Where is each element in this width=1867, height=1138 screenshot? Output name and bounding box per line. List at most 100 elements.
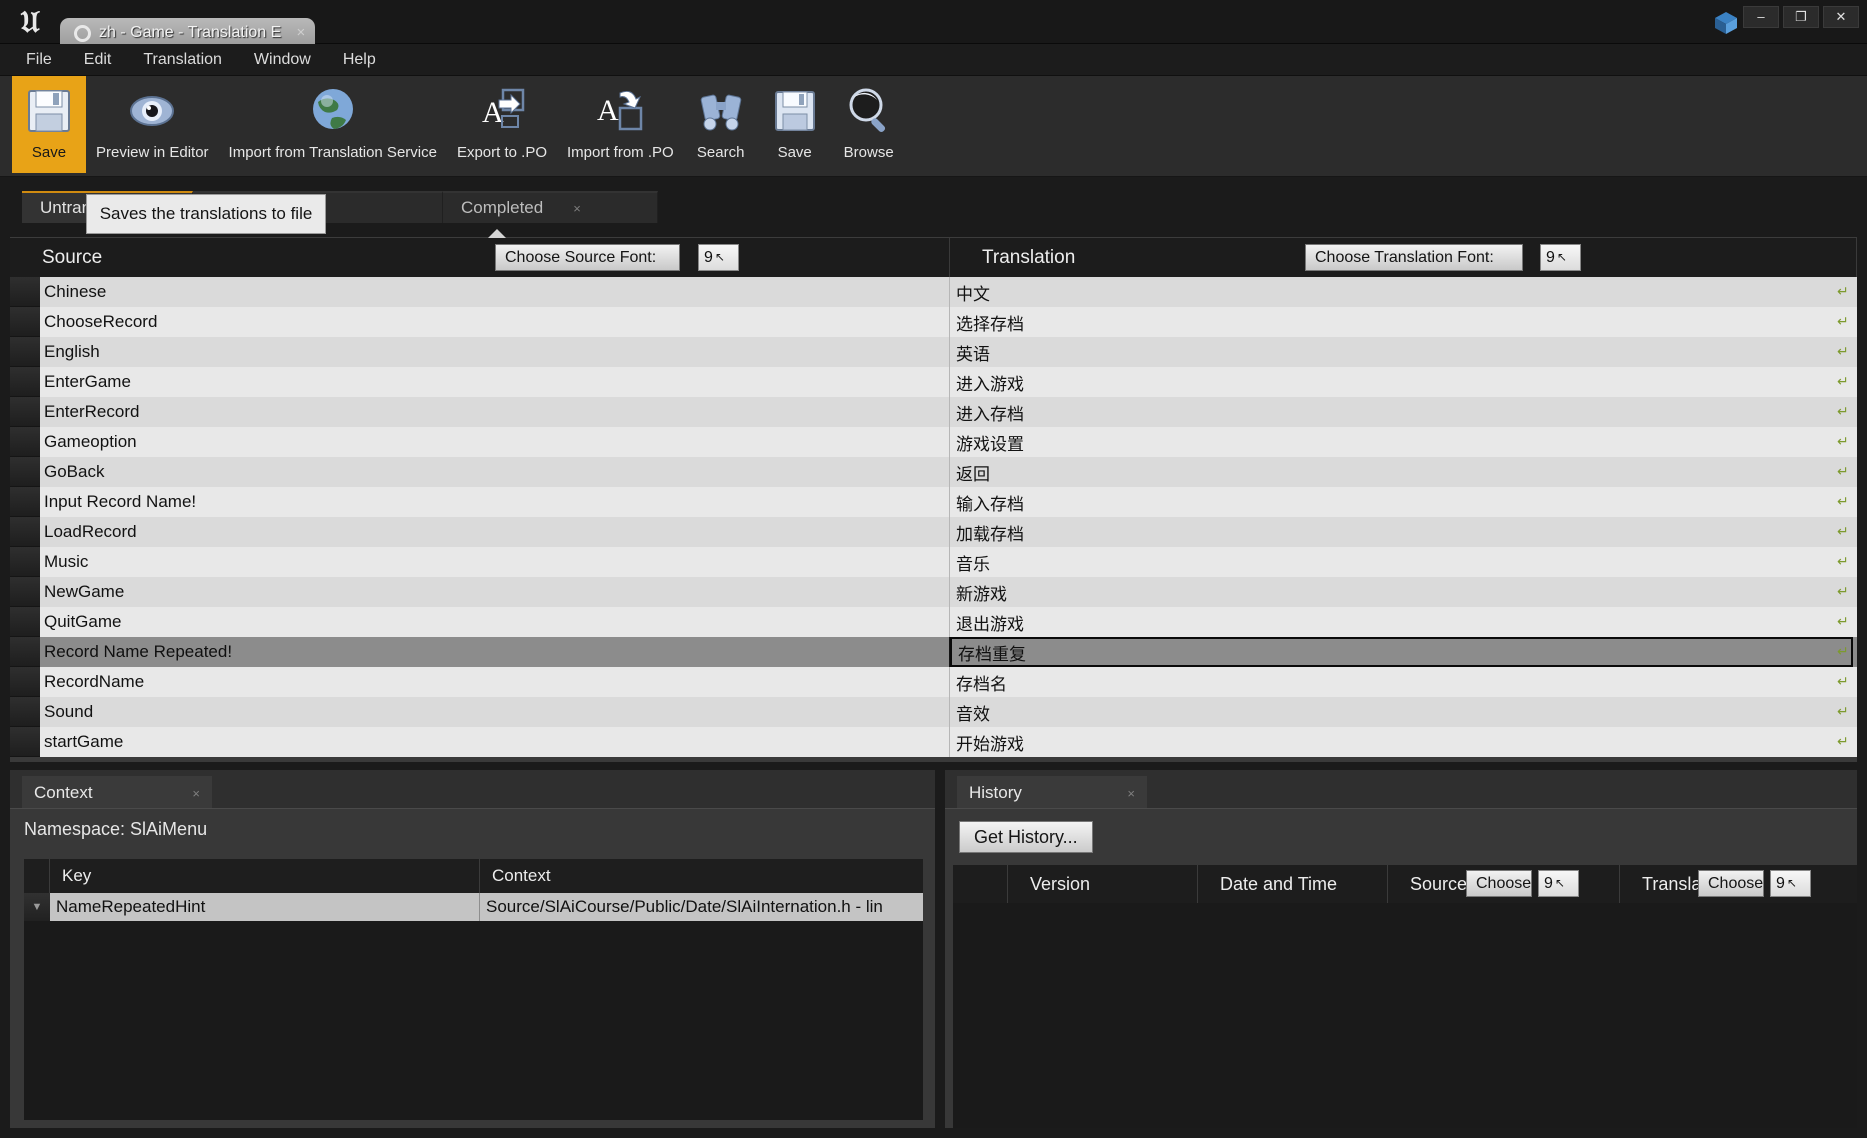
table-row[interactable]: Sound 音效 ↵ — [10, 697, 1857, 727]
revert-icon[interactable]: ↵ — [1837, 734, 1851, 748]
translation-edit-input[interactable]: 存档重复 — [950, 637, 1853, 667]
row-source-cell[interactable]: LoadRecord — [40, 517, 950, 547]
row-source-cell[interactable]: Music — [40, 547, 950, 577]
row-translation-cell[interactable]: 新游戏 ↵ — [950, 577, 1857, 607]
close-icon[interactable]: × — [297, 25, 306, 40]
close-icon[interactable]: × — [192, 786, 200, 801]
choose-translation-font-button[interactable]: Choose Translation Font: — [1305, 244, 1523, 271]
row-translation-cell[interactable]: 进入游戏 ↵ — [950, 367, 1857, 397]
menu-item-edit[interactable]: Edit — [72, 48, 124, 72]
context-key-cell[interactable]: NameRepeatedHint — [50, 893, 480, 921]
table-row[interactable]: LoadRecord 加载存档 ↵ — [10, 517, 1857, 547]
row-source-cell[interactable]: EnterGame — [40, 367, 950, 397]
row-source-cell[interactable]: Record Name Repeated! — [40, 637, 950, 667]
source-column-header[interactable]: Source Choose Source Font: 9 ↖ — [10, 238, 950, 278]
table-row[interactable]: Music 音乐 ↵ — [10, 547, 1857, 577]
context-context-header[interactable]: Context — [480, 859, 923, 893]
revert-icon[interactable]: ↵ — [1837, 314, 1851, 328]
row-translation-cell[interactable]: 音乐 ↵ — [950, 547, 1857, 577]
context-table-row[interactable]: ▼ NameRepeatedHint Source/SlAiCourse/Pub… — [24, 893, 923, 921]
table-row[interactable]: GoBack 返回 ↵ — [10, 457, 1857, 487]
row-translation-cell[interactable]: 中文 ↵ — [950, 277, 1857, 307]
table-row[interactable]: RecordName 存档名 ↵ — [10, 667, 1857, 697]
row-source-cell[interactable]: NewGame — [40, 577, 950, 607]
row-source-cell[interactable]: Input Record Name! — [40, 487, 950, 517]
table-row[interactable]: QuitGame 退出游戏 ↵ — [10, 607, 1857, 637]
revert-icon[interactable]: ↵ — [1837, 284, 1851, 298]
revert-icon[interactable]: ↵ — [1837, 644, 1851, 658]
history-source-font-size-spinner[interactable]: 9 ↖ — [1538, 870, 1579, 897]
table-row[interactable]: EnterGame 进入游戏 ↵ — [10, 367, 1857, 397]
row-translation-cell[interactable]: 存档重复 ↵ — [950, 637, 1857, 667]
toolbar-save2-button[interactable]: Save — [758, 76, 832, 173]
close-icon[interactable]: × — [573, 201, 581, 216]
table-row-selected[interactable]: Record Name Repeated! 存档重复 ↵ — [10, 637, 1857, 667]
row-source-cell[interactable]: RecordName — [40, 667, 950, 697]
choose-source-font-button[interactable]: Choose Source Font: — [495, 244, 680, 271]
row-source-cell[interactable]: QuitGame — [40, 607, 950, 637]
translation-font-size-spinner[interactable]: 9 ↖ — [1540, 244, 1581, 271]
row-source-cell[interactable]: Sound — [40, 697, 950, 727]
close-icon[interactable]: × — [1127, 786, 1135, 801]
row-source-cell[interactable]: GoBack — [40, 457, 950, 487]
revert-icon[interactable]: ↵ — [1837, 584, 1851, 598]
translation-list[interactable]: Chinese 中文 ↵ ChooseRecord 选择存档 ↵ English… — [10, 277, 1857, 762]
revert-icon[interactable]: ↵ — [1837, 614, 1851, 628]
table-row[interactable]: English 英语 ↵ — [10, 337, 1857, 367]
row-source-cell[interactable]: EnterRecord — [40, 397, 950, 427]
revert-icon[interactable]: ↵ — [1837, 494, 1851, 508]
spinner-arrows-icon[interactable]: ↖ — [1555, 871, 1565, 896]
revert-icon[interactable]: ↵ — [1837, 404, 1851, 418]
row-translation-cell[interactable]: 退出游戏 ↵ — [950, 607, 1857, 637]
toolbar-export-to-po-button[interactable]: A Export to .PO — [447, 76, 557, 173]
row-translation-cell[interactable]: 输入存档 ↵ — [950, 487, 1857, 517]
row-source-cell[interactable]: English — [40, 337, 950, 367]
row-translation-cell[interactable]: 英语 ↵ — [950, 337, 1857, 367]
context-context-cell[interactable]: Source/SlAiCourse/Public/Date/SlAiIntern… — [480, 893, 923, 921]
toolbar-save-button[interactable]: Save — [12, 76, 86, 173]
translation-column-header[interactable]: Translation Choose Translation Font: 9 ↖ — [950, 238, 1857, 278]
toolbar-import-from-po-button[interactable]: A Import from .PO — [557, 76, 684, 173]
row-translation-cell[interactable]: 选择存档 ↵ — [950, 307, 1857, 337]
source-font-size-spinner[interactable]: 9 ↖ — [698, 244, 739, 271]
menu-item-help[interactable]: Help — [331, 48, 388, 72]
history-choose-translation-font-button[interactable]: Choose Translation Font: — [1698, 870, 1764, 897]
history-choose-source-font-button[interactable]: Choose Source Font: — [1466, 870, 1532, 897]
revert-icon[interactable]: ↵ — [1837, 554, 1851, 568]
table-row[interactable]: NewGame 新游戏 ↵ — [10, 577, 1857, 607]
row-source-cell[interactable]: Gameoption — [40, 427, 950, 457]
row-translation-cell[interactable]: 返回 ↵ — [950, 457, 1857, 487]
row-translation-cell[interactable]: 进入存档 ↵ — [950, 397, 1857, 427]
row-translation-cell[interactable]: 游戏设置 ↵ — [950, 427, 1857, 457]
get-history-button[interactable]: Get History... — [959, 821, 1093, 853]
row-translation-cell[interactable]: 加载存档 ↵ — [950, 517, 1857, 547]
table-row[interactable]: ChooseRecord 选择存档 ↵ — [10, 307, 1857, 337]
row-translation-cell[interactable]: 存档名 ↵ — [950, 667, 1857, 697]
row-source-cell[interactable]: startGame — [40, 727, 950, 757]
maximize-button[interactable]: ❐ — [1783, 6, 1819, 28]
menu-item-translation[interactable]: Translation — [131, 48, 234, 72]
revert-icon[interactable]: ↵ — [1837, 374, 1851, 388]
context-key-header[interactable]: Key — [50, 859, 480, 893]
history-translation-header[interactable]: Translation Choose Translation Font: 9 ↖ — [1620, 865, 1857, 903]
revert-icon[interactable]: ↵ — [1837, 704, 1851, 718]
history-datetime-header[interactable]: Date and Time — [1198, 865, 1388, 903]
history-source-header[interactable]: Source Choose Source Font: 9 ↖ — [1388, 865, 1620, 903]
revert-icon[interactable]: ↵ — [1837, 344, 1851, 358]
minimize-button[interactable]: – — [1743, 6, 1779, 28]
table-row[interactable]: EnterRecord 进入存档 ↵ — [10, 397, 1857, 427]
revert-icon[interactable]: ↵ — [1837, 434, 1851, 448]
revert-icon[interactable]: ↵ — [1837, 674, 1851, 688]
menu-item-window[interactable]: Window — [242, 48, 323, 72]
row-source-cell[interactable]: Chinese — [40, 277, 950, 307]
toolbar-browse-button[interactable]: Browse — [832, 76, 906, 173]
history-panel-tab[interactable]: History × — [957, 776, 1147, 808]
history-translation-font-size-spinner[interactable]: 9 ↖ — [1770, 870, 1811, 897]
table-row[interactable]: startGame 开始游戏 ↵ — [10, 727, 1857, 757]
context-panel-tab[interactable]: Context × — [22, 776, 212, 808]
spinner-arrows-icon[interactable]: ↖ — [1557, 245, 1567, 270]
spinner-arrows-icon[interactable]: ↖ — [1787, 871, 1797, 896]
row-translation-cell[interactable]: 音效 ↵ — [950, 697, 1857, 727]
toolbar-search-button[interactable]: Search — [684, 76, 758, 173]
table-row[interactable]: Input Record Name! 输入存档 ↵ — [10, 487, 1857, 517]
